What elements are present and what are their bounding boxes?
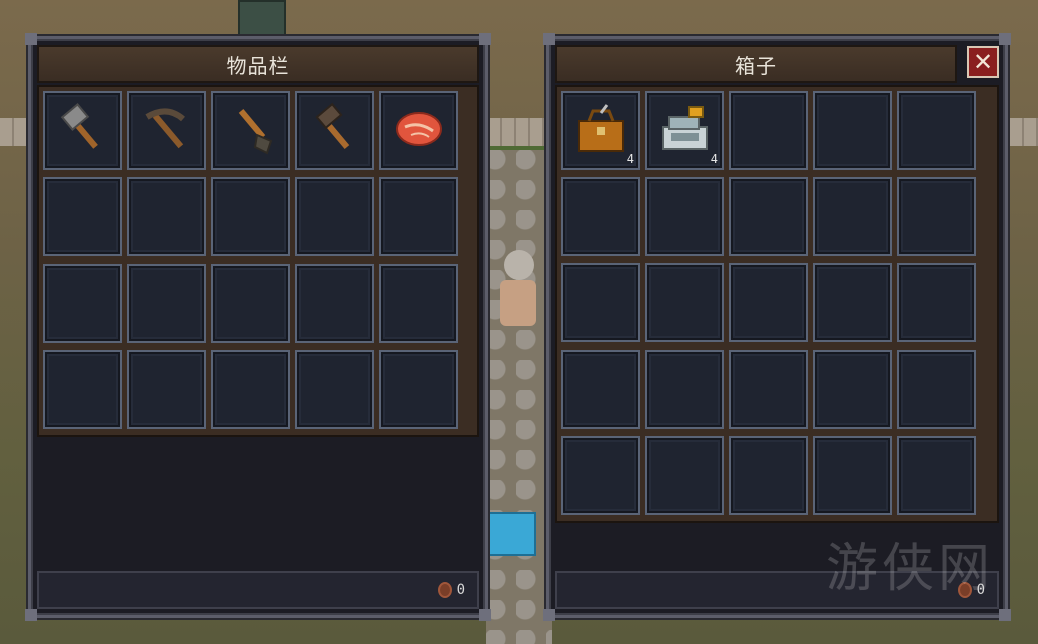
inventory-slot[interactable] — [127, 349, 206, 429]
axe-icon — [55, 101, 111, 161]
chest-slot[interactable] — [645, 263, 724, 343]
inventory-slot[interactable] — [127, 263, 206, 343]
panel-corner — [999, 609, 1011, 621]
chest-slot[interactable] — [897, 435, 976, 515]
chest-slot[interactable] — [561, 435, 640, 515]
panel-corner — [543, 609, 555, 621]
cash-register-icon — [655, 99, 715, 163]
inventory-slot[interactable] — [211, 349, 290, 429]
npc-head — [504, 250, 534, 280]
inventory-slot[interactable] — [43, 349, 122, 429]
inventory-grid — [37, 85, 479, 437]
inventory-slot[interactable] — [295, 349, 374, 429]
chest-slot[interactable] — [897, 91, 976, 170]
chest-slot[interactable] — [645, 349, 724, 429]
chest-slot[interactable] — [729, 91, 808, 170]
inventory-slot[interactable] — [127, 177, 206, 257]
chest-slot[interactable]: 4 — [561, 91, 640, 170]
chest-slot[interactable] — [729, 435, 808, 515]
watermark: 游侠网 — [826, 539, 995, 599]
chest-slot[interactable] — [897, 349, 976, 429]
stone-path — [486, 150, 552, 644]
hammer-icon — [307, 101, 363, 161]
chest-slot[interactable] — [561, 349, 640, 429]
panel-corner — [479, 33, 491, 45]
chest-slot[interactable] — [561, 177, 640, 257]
inventory-slot[interactable] — [43, 91, 122, 170]
toolbox-icon — [571, 99, 631, 163]
inventory-slot[interactable] — [379, 263, 458, 343]
blueprint-sign — [486, 512, 536, 556]
pickaxe-icon — [139, 101, 195, 161]
inventory-slot[interactable] — [295, 263, 374, 343]
inventory-panel: 物品栏 0 — [25, 33, 491, 621]
chest-title: 箱子 — [735, 53, 777, 78]
chest-slot[interactable] — [813, 91, 892, 170]
shovel-icon — [223, 101, 279, 161]
panel-corner — [25, 609, 37, 621]
chest-slot[interactable]: 4 — [645, 91, 724, 170]
inventory-slot[interactable] — [295, 177, 374, 257]
close-icon: ✕ — [972, 48, 994, 76]
inventory-slot[interactable] — [211, 177, 290, 257]
inventory-title: 物品栏 — [226, 53, 290, 78]
building-roof — [238, 0, 286, 40]
chest-slot[interactable] — [897, 263, 976, 343]
inventory-slot[interactable] — [379, 349, 458, 429]
inventory-slot[interactable] — [295, 91, 374, 170]
chest-slot[interactable] — [645, 177, 724, 257]
meat-icon — [391, 101, 447, 161]
inventory-coin-count: 0 — [456, 582, 465, 598]
inventory-slot[interactable] — [43, 177, 122, 257]
inventory-slot[interactable] — [43, 263, 122, 343]
item-count: 4 — [626, 152, 634, 166]
chest-slot[interactable] — [645, 435, 724, 515]
chest-slot[interactable] — [897, 177, 976, 257]
chest-slot[interactable] — [813, 263, 892, 343]
inventory-footer: 0 — [37, 571, 479, 609]
inventory-slot[interactable] — [379, 91, 458, 170]
coin-icon — [437, 582, 452, 598]
chest-slot[interactable] — [813, 177, 892, 257]
inventory-title-bar: 物品栏 — [37, 45, 479, 83]
npc-body — [500, 280, 536, 326]
fence-middle — [488, 118, 544, 146]
chest-slot[interactable] — [729, 177, 808, 257]
panel-corner — [25, 33, 37, 45]
item-count: 4 — [710, 152, 718, 166]
chest-slot[interactable] — [561, 263, 640, 343]
npc-character — [494, 250, 540, 340]
fence-right — [1010, 118, 1038, 146]
chest-slot[interactable] — [729, 263, 808, 343]
chest-slot[interactable] — [813, 349, 892, 429]
chest-title-bar: 箱子 — [555, 45, 957, 83]
inventory-slot[interactable] — [211, 91, 290, 170]
panel-corner — [999, 33, 1011, 45]
fence-left — [0, 118, 30, 146]
inventory-slot[interactable] — [379, 177, 458, 257]
panel-corner — [479, 609, 491, 621]
inventory-slot[interactable] — [211, 263, 290, 343]
chest-slot[interactable] — [813, 435, 892, 515]
panel-corner — [543, 33, 555, 45]
close-button[interactable]: ✕ — [967, 46, 999, 78]
inventory-slot[interactable] — [127, 91, 206, 170]
chest-grid: 44 — [555, 85, 999, 523]
chest-slot[interactable] — [729, 349, 808, 429]
